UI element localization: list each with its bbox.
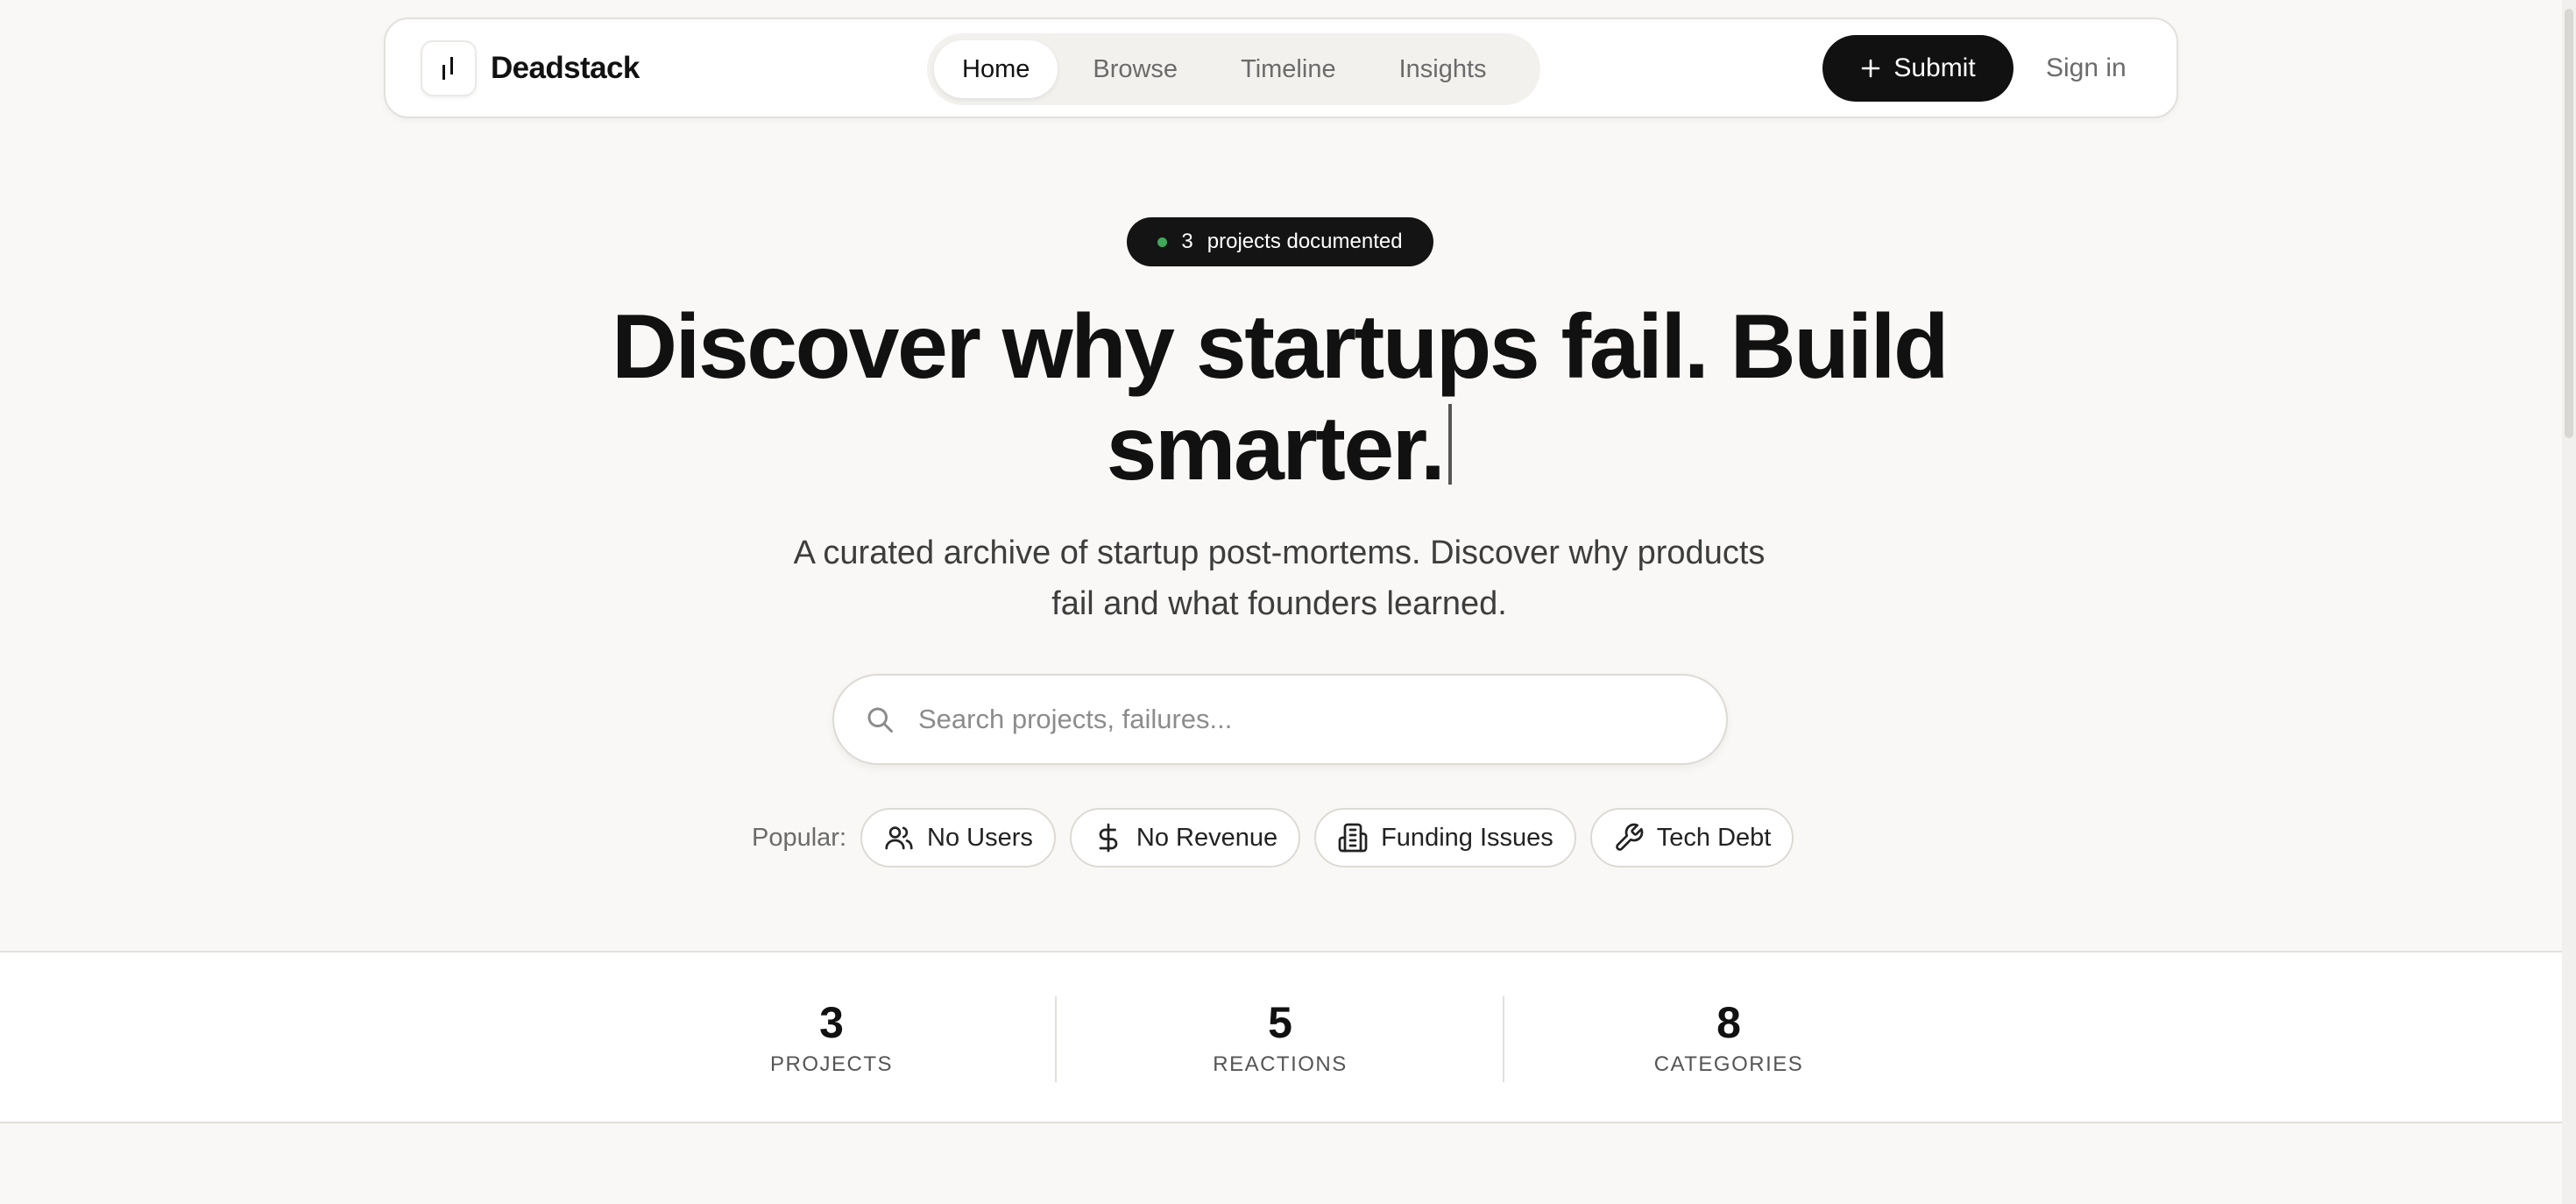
stat-reactions: 5 REACTIONS	[1122, 996, 1438, 1077]
hero-subtitle-line-1: A curated archive of startup post-mortem…	[793, 535, 1766, 571]
brand[interactable]: Deadstack	[421, 40, 640, 96]
search-icon	[864, 704, 895, 735]
tag-funding-issues[interactable]: Funding Issues	[1314, 808, 1576, 868]
main-nav: Home Browse Timeline Insights	[927, 33, 1540, 105]
wrench-icon	[1613, 822, 1645, 853]
projects-count-badge: 3 projects documented	[1127, 217, 1433, 266]
stats-bar: 3 PROJECTS 5 REACTIONS 8 CATEGORIES	[0, 951, 2562, 1123]
stat-label: REACTIONS	[1213, 1052, 1348, 1076]
live-dot-icon	[1157, 237, 1168, 247]
nav-tab-browse[interactable]: Browse	[1065, 40, 1206, 98]
users-icon	[883, 822, 915, 853]
search-input[interactable]	[918, 704, 1689, 735]
building-icon	[1337, 822, 1369, 853]
search-bar[interactable]	[832, 674, 1728, 765]
stat-projects: 3 PROJECTS	[674, 996, 989, 1077]
plus-icon	[1860, 58, 1881, 79]
hero-subtitle: A curated archive of startup post-mortem…	[718, 528, 1840, 629]
stat-label: PROJECTS	[769, 1052, 893, 1076]
page-scrollbar[interactable]	[2562, 0, 2576, 1204]
typing-caret	[1448, 404, 1453, 485]
hero-title-line-2: smarter.	[1106, 398, 1446, 499]
popular-tags: Popular: No Users No Revenue Funding Iss…	[752, 808, 1808, 868]
stat-divider	[1055, 996, 1057, 1082]
nav-tab-insights[interactable]: Insights	[1371, 40, 1515, 98]
hero-title: Discover why startups fail. Build smarte…	[543, 296, 2015, 499]
tag-label: Funding Issues	[1381, 823, 1553, 852]
stat-divider	[1503, 996, 1504, 1082]
badge-text: projects documented	[1207, 230, 1403, 253]
stat-value: 3	[819, 998, 844, 1047]
scrollbar-thumb[interactable]	[2565, 9, 2573, 438]
nav-tab-timeline[interactable]: Timeline	[1213, 40, 1364, 98]
stat-categories: 8 CATEGORIES	[1571, 996, 1886, 1077]
popular-label: Popular:	[752, 823, 847, 852]
stat-label: CATEGORIES	[1653, 1052, 1804, 1076]
dollar-icon	[1093, 822, 1124, 853]
submit-button-label: Submit	[1893, 53, 1976, 82]
stat-value: 5	[1268, 998, 1292, 1047]
brand-name: Deadstack	[491, 51, 640, 85]
nav-tab-home[interactable]: Home	[934, 40, 1058, 98]
stat-value: 8	[1716, 998, 1741, 1047]
tag-label: No Revenue	[1136, 823, 1278, 852]
tag-label: No Users	[927, 823, 1033, 852]
tag-tech-debt[interactable]: Tech Debt	[1589, 808, 1794, 868]
hero-subtitle-line-2: fail and what founders learned.	[1051, 585, 1507, 622]
sign-in-link[interactable]: Sign in	[2046, 35, 2127, 102]
tag-no-users[interactable]: No Users	[860, 808, 1056, 868]
hero-title-line-1: Discover why startups fail. Build	[611, 296, 1950, 398]
tag-no-revenue[interactable]: No Revenue	[1069, 808, 1301, 868]
badge-count: 3	[1181, 230, 1193, 253]
tag-label: Tech Debt	[1656, 823, 1772, 852]
submit-button[interactable]: Submit	[1822, 35, 2013, 102]
page: Deadstack Home Browse Timeline Insights …	[0, 0, 2576, 1204]
top-navbar: Deadstack Home Browse Timeline Insights …	[384, 18, 2178, 118]
logo-icon	[421, 40, 477, 96]
